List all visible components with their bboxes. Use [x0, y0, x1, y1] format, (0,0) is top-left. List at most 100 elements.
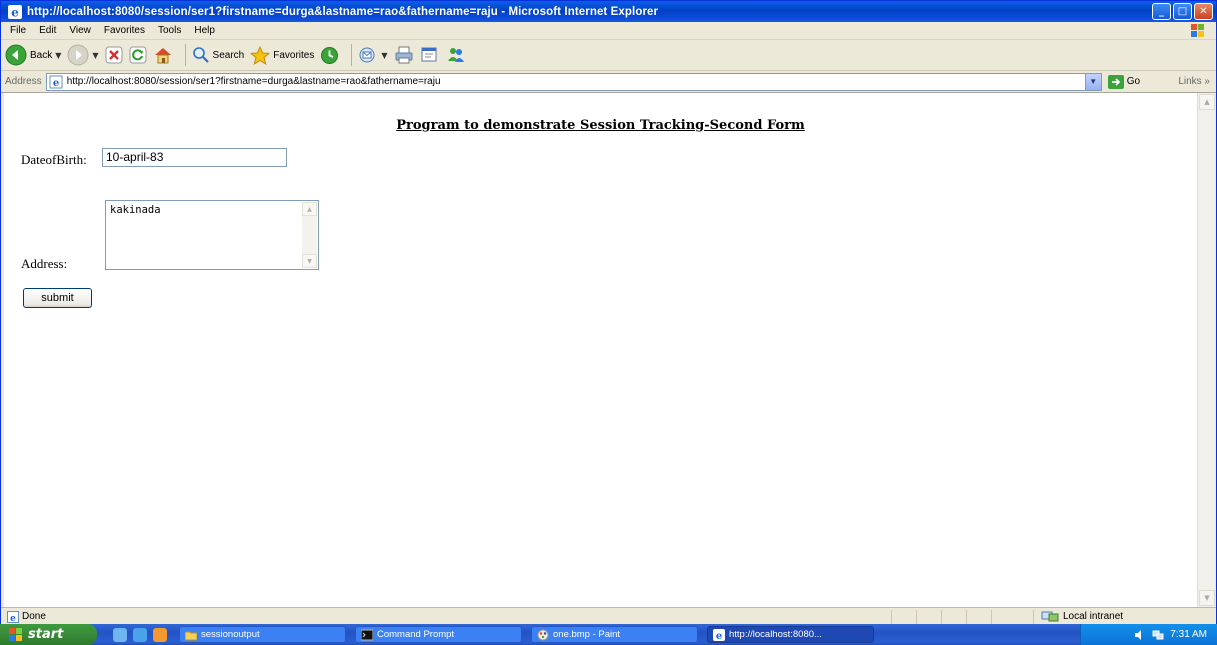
refresh-icon [129, 46, 147, 64]
scroll-down-icon[interactable]: ▼ [302, 254, 317, 268]
home-button[interactable] [153, 46, 173, 64]
favorites-label: Favorites [273, 49, 315, 61]
ie-icon: e [713, 628, 725, 641]
start-button[interactable]: start [0, 624, 97, 645]
browser-window: e http://localhost:8080/session/ser1?fir… [0, 0, 1217, 645]
dob-input[interactable]: 10-april-83 [102, 148, 287, 167]
security-zone[interactable]: Local intranet [1041, 610, 1123, 622]
network-icon[interactable] [1152, 629, 1164, 641]
task-internet-explorer[interactable]: e http://localhost:8080... [707, 626, 874, 643]
chevron-down-icon[interactable]: ▼ [92, 51, 98, 60]
edit-button[interactable] [420, 46, 440, 64]
scroll-down-icon[interactable]: ▼ [1199, 590, 1215, 606]
go-label: Go [1126, 76, 1141, 87]
textarea-scrollbar[interactable]: ▲ ▼ [302, 202, 317, 268]
menu-tools[interactable]: Tools [158, 25, 181, 36]
svg-text:e: e [716, 631, 722, 641]
print-button[interactable] [394, 46, 414, 64]
stop-icon [105, 46, 123, 64]
stop-button[interactable] [105, 46, 123, 64]
back-button[interactable]: Back ▼ [5, 44, 61, 66]
address-input[interactable]: e http://localhost:8080/session/ser1?fir… [45, 72, 1102, 91]
status-divider [916, 610, 917, 624]
task-label: one.bmp - Paint [553, 629, 621, 640]
links-button[interactable]: Links » [1178, 76, 1210, 87]
history-button[interactable] [320, 46, 339, 65]
address-text: kakinada [110, 204, 161, 216]
menu-bar: File Edit View Favorites Tools Help [1, 22, 1216, 40]
chevron-down-icon[interactable]: ▼ [381, 51, 387, 60]
mail-icon [359, 47, 375, 63]
address-textarea[interactable]: kakinada ▲ ▼ [105, 200, 319, 270]
menu-edit[interactable]: Edit [39, 25, 56, 36]
task-label: sessionoutput [201, 629, 260, 640]
menu-file[interactable]: File [10, 25, 26, 36]
search-icon [192, 47, 209, 63]
status-divider [891, 610, 892, 624]
ie-launch-icon[interactable] [133, 627, 147, 642]
page-scrollbar[interactable]: ▲ ▼ [1197, 93, 1215, 607]
address-bar: Address e http://localhost:8080/session/… [1, 71, 1216, 93]
menu-view[interactable]: View [69, 25, 91, 36]
favorites-button[interactable]: Favorites [250, 45, 315, 65]
home-icon [154, 48, 171, 64]
history-icon [321, 46, 339, 64]
task-sessionoutput[interactable]: sessionoutput [179, 626, 346, 643]
title-bar[interactable]: e http://localhost:8080/session/ser1?fir… [1, 1, 1216, 22]
page-content: Program to demonstrate Session Tracking-… [4, 93, 1197, 607]
forward-button[interactable]: ▼ [67, 44, 99, 66]
status-bar: e Done Local intranet [1, 607, 1216, 625]
task-label: Command Prompt [377, 629, 455, 640]
show-desktop-icon[interactable] [113, 627, 127, 642]
task-command-prompt[interactable]: Command Prompt [355, 626, 522, 643]
zone-label: Local intranet [1063, 610, 1124, 622]
start-label: start [28, 627, 64, 642]
menu-help[interactable]: Help [194, 25, 215, 36]
print-icon [395, 46, 413, 64]
scroll-up-icon[interactable]: ▲ [1199, 94, 1215, 110]
minimize-button[interactable]: _ [1152, 3, 1171, 20]
mail-button[interactable]: ▼ [358, 46, 388, 64]
search-button[interactable]: Search [192, 46, 244, 64]
ie-icon: e [8, 4, 22, 19]
refresh-button[interactable] [129, 46, 147, 64]
volume-icon[interactable] [1134, 629, 1146, 641]
favorites-star-icon [250, 45, 271, 65]
toolbar-separator [351, 44, 353, 66]
go-button[interactable]: Go [1107, 74, 1141, 89]
back-arrow-icon [5, 44, 27, 66]
toolbar-separator [184, 44, 186, 66]
status-divider [966, 610, 967, 624]
maximize-button[interactable]: □ [1173, 3, 1192, 20]
menu-favorites[interactable]: Favorites [104, 25, 145, 36]
windows-logo-icon [9, 628, 22, 641]
paint-icon [537, 629, 549, 640]
messenger-icon [447, 48, 464, 62]
svg-text:e: e [11, 5, 19, 19]
back-label: Back [30, 49, 53, 61]
chevron-down-icon[interactable]: ▼ [55, 51, 61, 60]
address-dropdown-icon[interactable]: ▼ [1084, 73, 1101, 90]
dob-label: DateofBirth: [21, 152, 87, 167]
window-title: http://localhost:8080/session/ser1?first… [27, 5, 659, 18]
cmd-icon [361, 629, 373, 640]
scroll-up-icon[interactable]: ▲ [302, 202, 317, 216]
address-label: Address [5, 76, 42, 87]
address-label: Address: [21, 256, 68, 271]
close-button[interactable]: ✕ [1194, 3, 1213, 20]
windows-logo-icon [1191, 24, 1204, 37]
status-divider [941, 610, 942, 624]
submit-button[interactable]: submit [23, 288, 92, 308]
toolbar: Back ▼ ▼ Search Favorites ▼ [1, 40, 1216, 71]
messenger-button[interactable] [446, 46, 466, 64]
folder-icon [185, 631, 197, 640]
taskbar: start sessionoutput Command Prompt one.b… [0, 624, 1217, 645]
media-player-icon[interactable] [153, 627, 167, 642]
forward-arrow-icon [67, 44, 89, 66]
task-paint[interactable]: one.bmp - Paint [531, 626, 698, 643]
ie-page-icon: e [7, 610, 19, 623]
intranet-icon [1041, 611, 1059, 622]
clock[interactable]: 7:31 AM [1170, 629, 1207, 640]
edit-page-icon [421, 47, 437, 62]
ie-page-icon: e [49, 75, 63, 89]
